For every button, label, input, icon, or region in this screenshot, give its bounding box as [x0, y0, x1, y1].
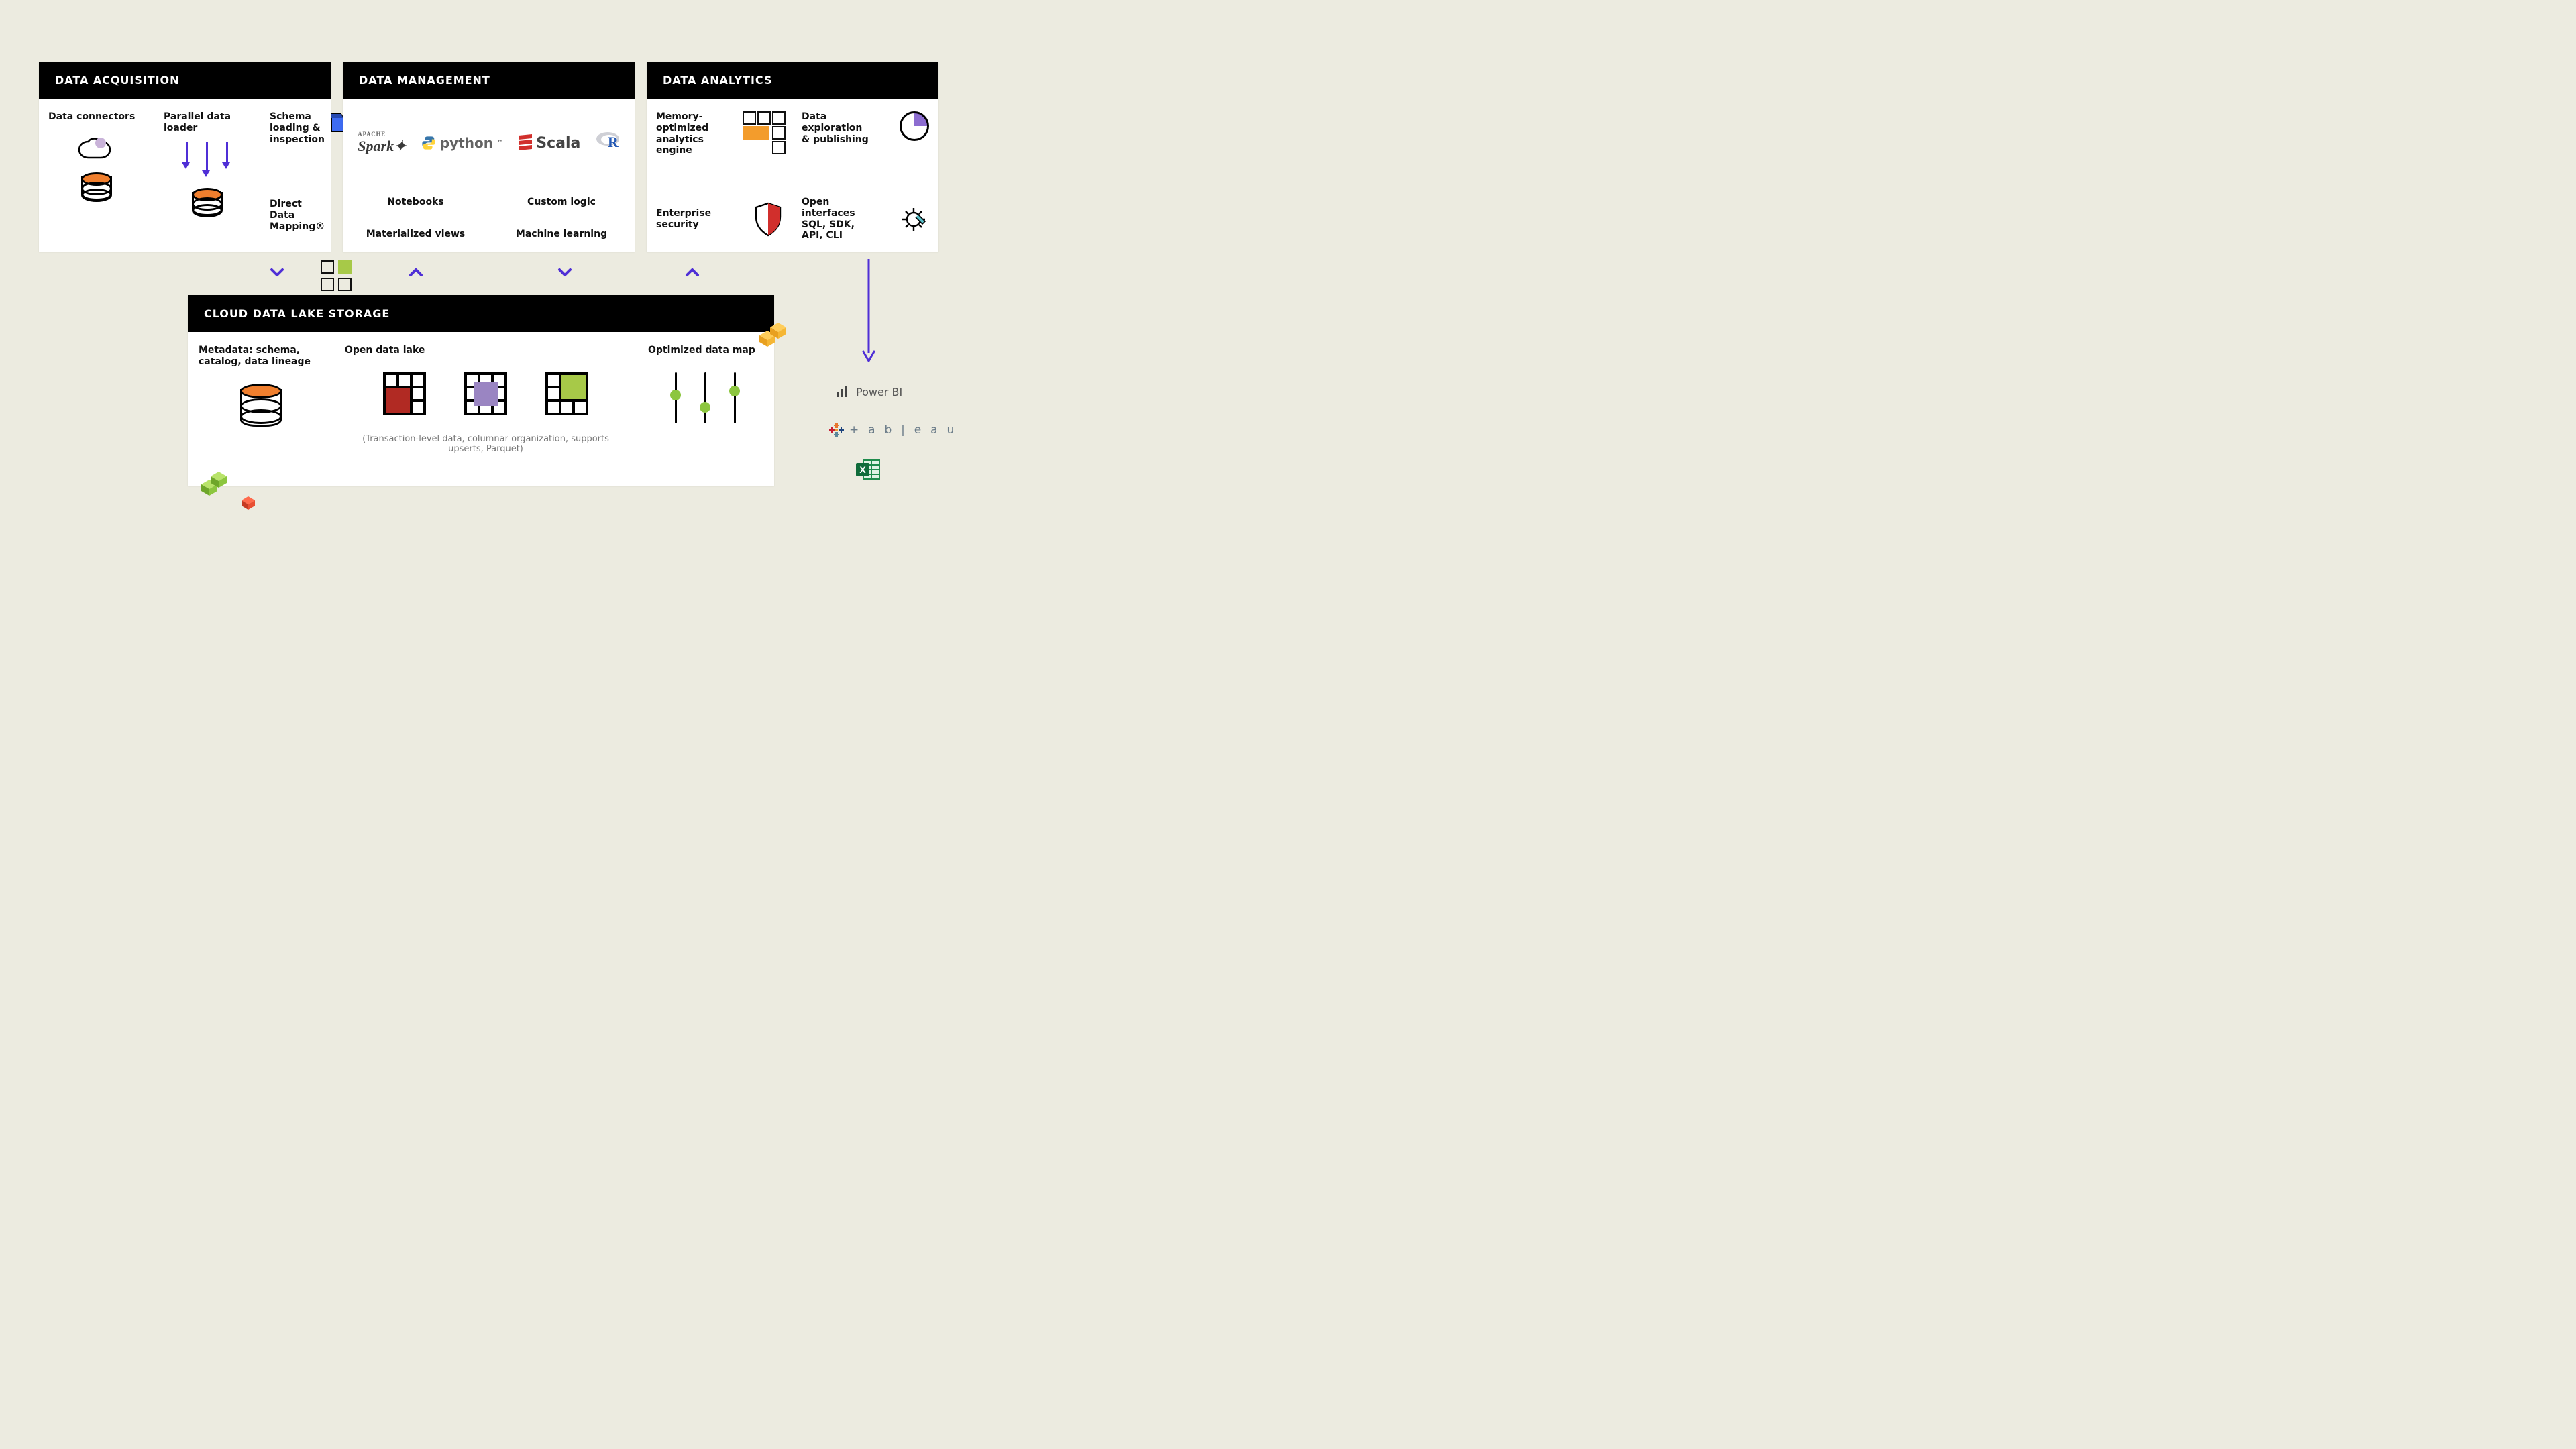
scatter-points-icon [665, 372, 746, 423]
cell-analytics-engine: Memory-optimized analytics engine [647, 99, 792, 186]
panel-data-management: DATA MANAGEMENT APACHE Spark✦ python™ Sc… [343, 62, 635, 252]
label-schema: Schema loading & inspection [270, 111, 323, 145]
cell-open-data-lake: Open data lake (Transaction [334, 333, 637, 486]
chevron-up-icon [684, 264, 700, 280]
panel-data-analytics: DATA ANALYTICS Memory-optimized analytic… [647, 62, 938, 252]
label-exploration: Data exploration & publishing [802, 111, 869, 174]
data-grid-green-icon [545, 372, 588, 415]
four-squares-orange-icon [743, 111, 783, 148]
cell-materialized-views: Materialized views [343, 217, 488, 252]
destination-tableau: + a b | e a u [829, 423, 957, 437]
chevron-down-icon [557, 264, 573, 280]
data-grid-purple-icon [464, 372, 507, 415]
label-materialized-views: Materialized views [366, 229, 466, 240]
label-data-connectors: Data connectors [48, 111, 145, 123]
destination-powerbi: Power BI [835, 384, 902, 400]
label-analytics-engine: Memory-optimized analytics engine [656, 111, 716, 174]
gear-wrench-icon [898, 204, 929, 235]
logo-spark: APACHE Spark✦ [358, 131, 406, 155]
label-notebooks: Notebooks [387, 197, 443, 208]
logo-python: python™ [421, 135, 504, 151]
cube-red-icon [239, 494, 258, 514]
label-tableau: + a b | e a u [849, 423, 957, 437]
panel-header-analytics: DATA ANALYTICS [647, 62, 938, 99]
cubes-orange-icon [751, 321, 789, 356]
cell-open-interfaces: Open interfaces SQL, SDK, API, CLI [792, 186, 938, 252]
cell-parallel-loader: Parallel data loader [154, 99, 260, 252]
label-open-interfaces: Open interfaces SQL, SDK, API, CLI [802, 197, 875, 241]
svg-text:X: X [859, 464, 866, 475]
data-grid-red-icon [383, 372, 426, 415]
four-squares-yellowgreen-icon [321, 260, 361, 297]
panel-header-acquisition: DATA ACQUISITION [39, 62, 331, 99]
cell-notebooks: Notebooks [343, 186, 488, 217]
panel-cloud-storage: CLOUD DATA LAKE STORAGE Metadata: schema… [188, 295, 774, 486]
panel-header-storage: CLOUD DATA LAKE STORAGE [188, 295, 774, 332]
excel-icon: X [856, 458, 881, 482]
pie-chart-icon [900, 111, 929, 141]
storage-subtext: (Transaction-level data, columnar organi… [345, 434, 627, 454]
cell-exploration: Data exploration & publishing [792, 99, 938, 186]
chevron-down-icon [269, 264, 285, 280]
arrows-down-icon [179, 142, 235, 181]
diagram-canvas: DATA ACQUISITION Data connectors Paralle… [0, 0, 977, 547]
cell-schema: Schema loading & inspection [260, 99, 331, 189]
chevron-up-icon [408, 264, 424, 280]
database-icon [192, 188, 223, 216]
cell-data-connectors: Data connectors [39, 99, 154, 252]
cell-security: Enterprise security [647, 186, 792, 252]
svg-text:R: R [608, 133, 619, 150]
destination-excel: X [856, 458, 881, 482]
cell-machine-learning: Machine learning [488, 217, 635, 252]
label-metadata: Metadata: schema, catalog, data lineage [199, 345, 319, 368]
logo-scala: Scala [519, 134, 580, 152]
shield-icon [753, 202, 783, 237]
label-optimized-map: Optimized data map [648, 345, 763, 356]
database-icon [240, 384, 282, 427]
arrow-down-long-icon [861, 259, 877, 366]
label-direct-data-mapping: Direct Data Mapping® [270, 199, 317, 232]
cubes-green-icon [193, 470, 231, 504]
cloud-icon [75, 135, 118, 162]
logo-r: R [596, 131, 620, 155]
panel-data-acquisition: DATA ACQUISITION Data connectors Paralle… [39, 62, 331, 252]
label-machine-learning: Machine learning [516, 229, 607, 240]
cell-custom-logic: Custom logic [488, 186, 635, 217]
label-security: Enterprise security [656, 208, 716, 231]
cell-direct-data-mapping: Direct Data Mapping® [260, 189, 331, 252]
label-parallel-loader: Parallel data loader [164, 111, 251, 134]
cell-optimized-map: Optimized data map [637, 333, 774, 486]
panel-header-management: DATA MANAGEMENT [343, 62, 635, 99]
label-custom-logic: Custom logic [527, 197, 596, 208]
label-open-data-lake: Open data lake [345, 345, 627, 356]
database-icon [81, 172, 112, 201]
label-powerbi: Power BI [856, 386, 902, 398]
cell-metadata: Metadata: schema, catalog, data lineage [188, 333, 334, 486]
